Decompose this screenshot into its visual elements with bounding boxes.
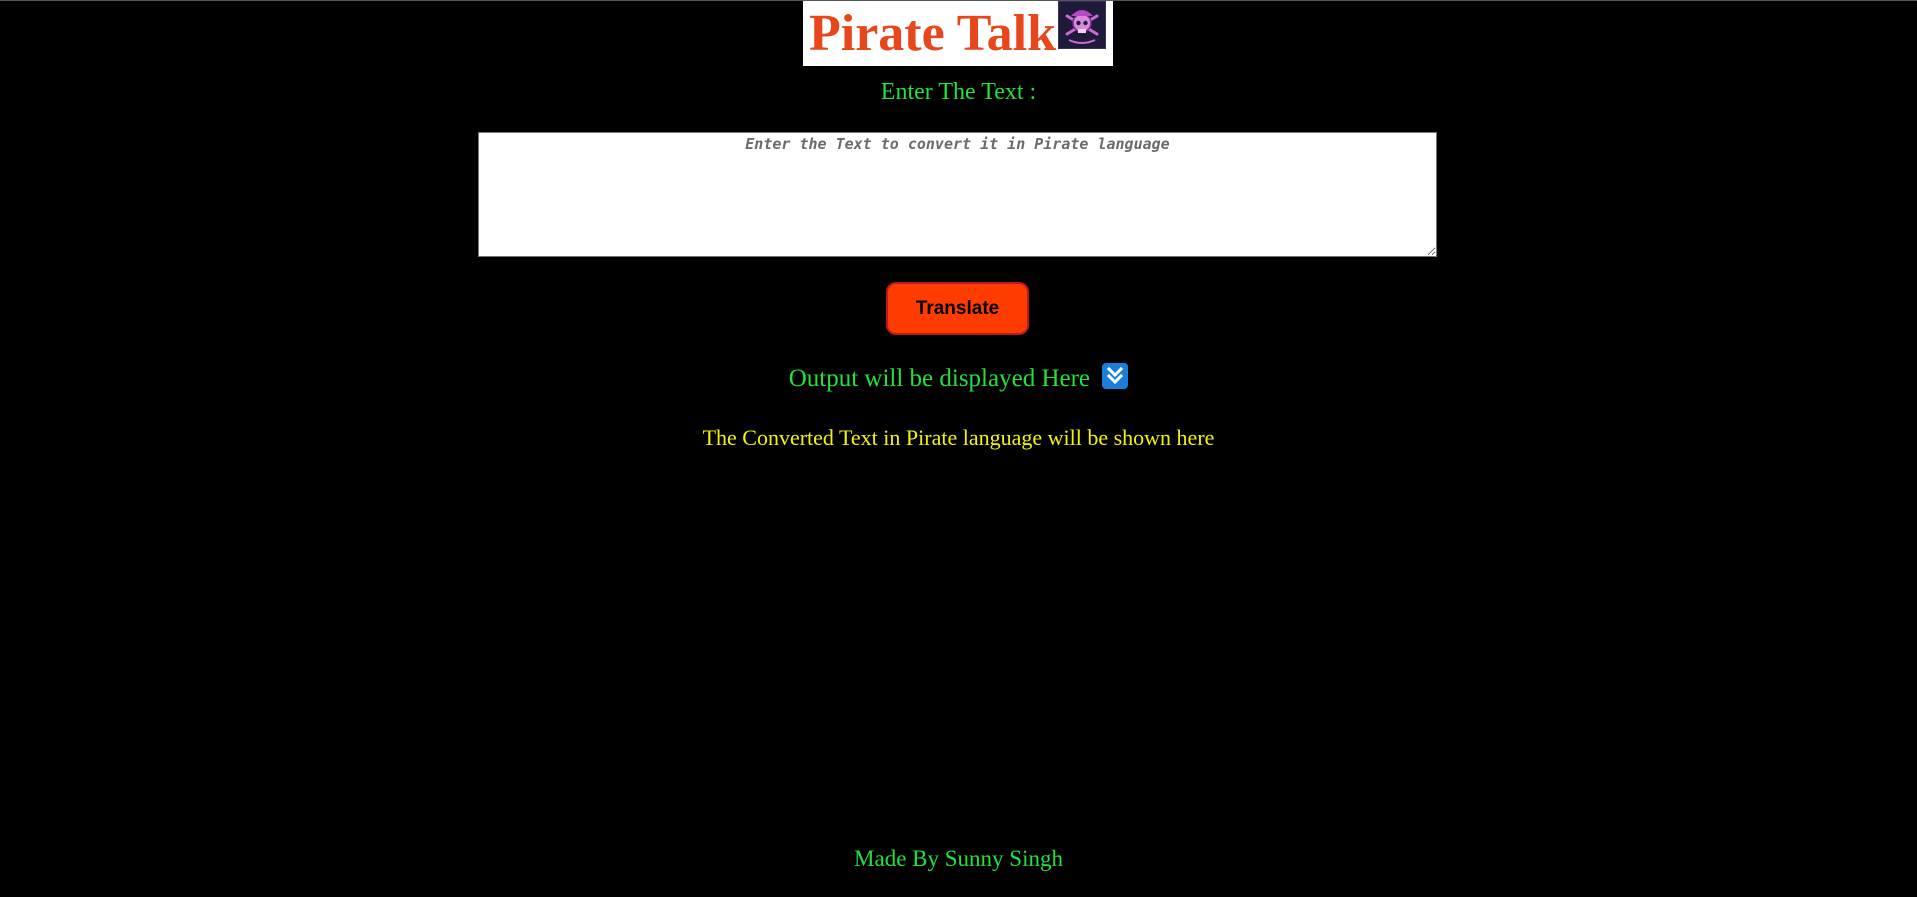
pirate-skull-logo-icon bbox=[1058, 1, 1106, 49]
output-text: The Converted Text in Pirate language wi… bbox=[702, 425, 1215, 450]
app-title: Pirate Talk bbox=[809, 5, 1057, 62]
header-banner: Pirate Talk bbox=[803, 1, 1113, 66]
translate-button[interactable]: Translate bbox=[886, 282, 1029, 335]
text-input[interactable] bbox=[478, 132, 1437, 257]
double-down-arrow-icon bbox=[1102, 363, 1129, 389]
input-heading: Enter The Text : bbox=[880, 79, 1037, 105]
output-heading: Output will be displayed Here bbox=[0, 363, 1917, 394]
output-heading-label: Output will be displayed Here bbox=[788, 365, 1091, 392]
footer-credit: Made By Sunny Singh bbox=[854, 846, 1063, 871]
